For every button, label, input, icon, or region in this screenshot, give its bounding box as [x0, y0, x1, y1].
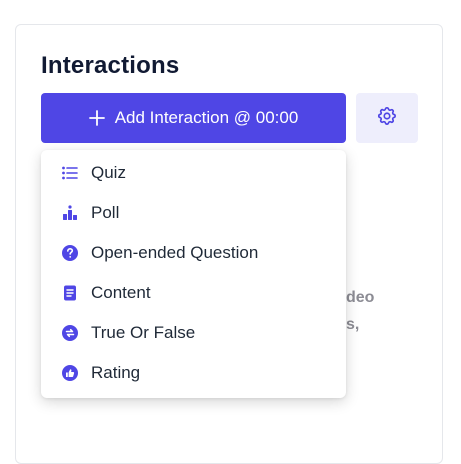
menu-item-label: Rating: [91, 363, 141, 382]
menu-item-label: Content: [91, 283, 151, 302]
panel-title: Interactions: [41, 52, 180, 79]
menu-item-quiz[interactable]: Quiz: [41, 153, 346, 193]
menu-item-label: True Or False: [91, 323, 196, 342]
settings-button[interactable]: [356, 93, 418, 143]
thumbs-up-icon: [61, 364, 79, 382]
background-text-line1: deo: [346, 289, 375, 306]
poll-icon: [61, 204, 79, 222]
add-interaction-button[interactable]: Add Interaction @ 00:00: [41, 93, 346, 143]
list-icon: [61, 164, 79, 182]
question-circle-icon: [61, 244, 79, 262]
add-interaction-label: Add Interaction @ 00:00: [114, 108, 299, 127]
background-text-line2: s,: [346, 316, 360, 333]
interaction-type-dropdown: Quiz Poll Open-ended Question Content Tr…: [41, 150, 346, 398]
gear-icon: [376, 105, 398, 132]
menu-item-open-ended-question[interactable]: Open-ended Question: [41, 233, 346, 273]
menu-item-label: Quiz: [91, 163, 126, 182]
menu-item-poll[interactable]: Poll: [41, 193, 346, 233]
menu-item-true-or-false[interactable]: True Or False: [41, 313, 346, 353]
menu-item-label: Open-ended Question: [91, 243, 259, 262]
true-false-icon: [61, 324, 79, 342]
document-icon: [61, 284, 79, 302]
menu-item-rating[interactable]: Rating: [41, 353, 346, 393]
plus-icon: [88, 110, 105, 126]
menu-item-label: Poll: [91, 203, 120, 222]
menu-item-content[interactable]: Content: [41, 273, 346, 313]
